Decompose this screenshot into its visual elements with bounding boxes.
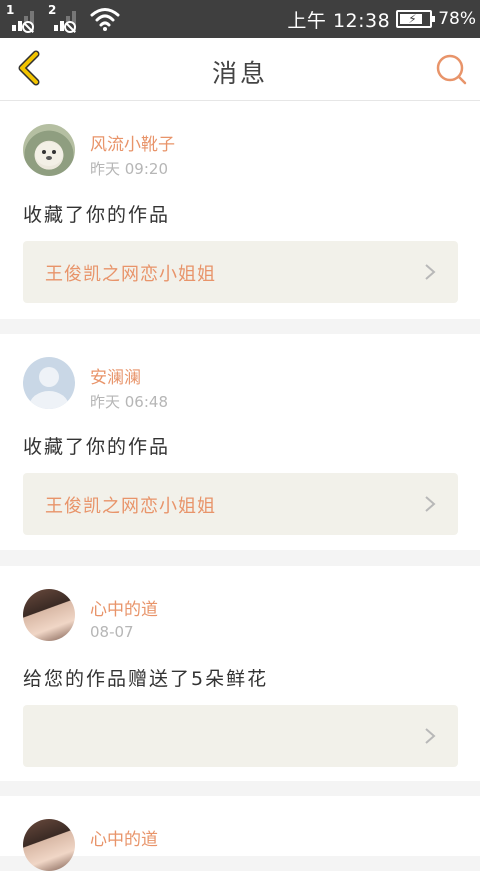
message-action: 收藏了你的作品 <box>23 204 171 226</box>
chevron-right-icon <box>425 496 436 512</box>
sim1-signal: 1 <box>6 3 42 33</box>
battery-percent: 78% <box>438 9 476 29</box>
chevron-right-icon <box>425 728 436 744</box>
message-time: 昨天 06:48 <box>90 393 168 411</box>
girl-avatar[interactable] <box>23 819 75 871</box>
nav-bar: 消息 <box>0 38 480 101</box>
sender-name[interactable]: 安澜澜 <box>90 363 141 388</box>
status-left: 1 2 <box>6 3 120 34</box>
message-action: 收藏了你的作品 <box>23 436 171 458</box>
work-link[interactable]: 王俊凯之网恋小姐姐 <box>23 241 458 303</box>
wifi-icon <box>90 8 120 31</box>
chevron-right-icon <box>425 264 436 280</box>
message-card: 心中的道 <box>0 796 480 871</box>
message-action: 给您的作品赠送了5朵鲜花 <box>23 668 269 690</box>
message-time: 08-07 <box>90 623 134 641</box>
work-link[interactable]: 王俊凯之网恋小姐姐 <box>23 473 458 535</box>
work-link[interactable] <box>23 705 458 767</box>
battery-charging-icon: ⚡ <box>396 10 436 28</box>
page-title: 消息 <box>211 59 268 88</box>
no-signal-icon <box>64 21 76 33</box>
message-card: 心中的道 08-07 给您的作品赠送了5朵鲜花 <box>0 566 480 781</box>
sender-name[interactable]: 风流小靴子 <box>90 130 175 155</box>
hedgehog-avatar[interactable] <box>23 124 75 176</box>
work-title: 王俊凯之网恋小姐姐 <box>45 496 216 517</box>
search-button[interactable] <box>434 52 468 86</box>
work-title: 王俊凯之网恋小姐姐 <box>45 264 216 285</box>
sender-name[interactable]: 心中的道 <box>90 595 158 620</box>
girl-avatar[interactable] <box>23 589 75 641</box>
clock: 上午 12:38 <box>287 9 391 32</box>
default-avatar[interactable] <box>23 357 75 409</box>
message-card: 安澜澜 昨天 06:48 收藏了你的作品 王俊凯之网恋小姐姐 <box>0 334 480 550</box>
message-time: 昨天 09:20 <box>90 160 168 178</box>
status-right: 上午 12:38 ⚡ 78% <box>287 0 476 38</box>
sim2-signal: 2 <box>48 3 84 33</box>
status-bar: 1 2 上午 12:38 ⚡ 78% <box>0 0 480 38</box>
message-card: 风流小靴子 昨天 09:20 收藏了你的作品 王俊凯之网恋小姐姐 <box>0 101 480 319</box>
no-signal-icon <box>22 21 34 33</box>
sender-name[interactable]: 心中的道 <box>90 825 158 850</box>
